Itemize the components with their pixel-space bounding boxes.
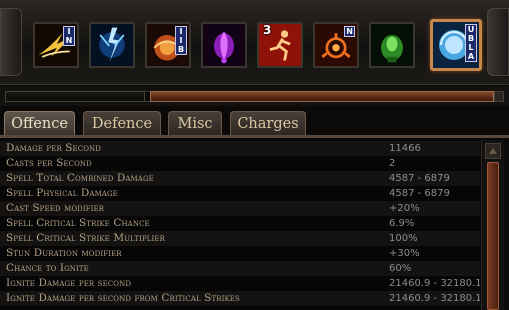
stat-value: 21460.9 - 32180.1 [389, 293, 480, 304]
stat-name: Ignite Damage per second from Critical S… [6, 292, 240, 304]
stat-row: Spell Critical Strike Multiplier 100% [0, 231, 480, 246]
purple-flame-icon [203, 24, 245, 66]
stat-value: 4587 - 6879 [389, 188, 450, 199]
skill-bar-left-ornament [0, 8, 22, 76]
stats-scrollbar[interactable] [481, 140, 504, 310]
skill-slot-6[interactable]: N [313, 22, 359, 68]
stat-row: Casts per Second 2 [0, 156, 480, 171]
strip-left-segment[interactable] [5, 91, 145, 102]
stat-name: Spell Total Combined Damage [6, 172, 154, 184]
stat-value: 100% [389, 233, 418, 244]
skill-slot-8[interactable]: U B L A [430, 19, 482, 71]
stat-name: Cast Speed modifier [6, 202, 105, 214]
stat-value: 6.9% [389, 218, 415, 229]
skill-bar: I N I I B 3 N U B L A [0, 0, 509, 85]
stat-row: Chance to Ignite 60% [0, 261, 480, 276]
support-badge: I N [63, 26, 75, 46]
stat-name: Spell Critical Strike Chance [6, 217, 150, 229]
stat-row: Ignite Damage per second from Critical S… [0, 291, 480, 306]
skill-slot-5[interactable]: 3 [257, 22, 303, 68]
skill-slot-4[interactable] [201, 22, 247, 68]
tab-misc[interactable]: Misc [168, 111, 222, 136]
stat-name: Spell Critical Strike Multiplier [6, 232, 165, 244]
stat-tabs: Offence Defence Misc Charges [0, 107, 509, 137]
stat-value: 4587 - 6879 [389, 173, 450, 184]
stat-row: Cast Speed modifier +20% [0, 201, 480, 216]
stat-value: +20% [389, 203, 420, 214]
skill-scroll-strip [0, 86, 509, 106]
stats-table: Damage per Second 11466 Casts per Second… [0, 138, 480, 310]
stat-value: 11466 [389, 143, 421, 154]
tab-defence[interactable]: Defence [83, 111, 161, 136]
support-badge: N [344, 26, 355, 37]
stat-name: Spell Physical Damage [6, 187, 118, 199]
skill-slot-7[interactable] [369, 22, 415, 68]
stat-row: Spell Physical Damage 4587 - 6879 [0, 186, 480, 201]
stat-value: 60% [389, 263, 412, 274]
strip-right-cap[interactable] [494, 91, 504, 102]
stat-row: Spell Total Combined Damage 4587 - 6879 [0, 171, 480, 186]
tab-offence[interactable]: Offence [4, 111, 75, 136]
lightning-burst-icon [91, 24, 133, 66]
stat-value: +30% [389, 248, 420, 259]
support-badge: I I B [175, 26, 187, 55]
stat-name: Damage per Second [6, 142, 101, 154]
stat-row: Damage per Second 11466 [0, 141, 480, 156]
stat-row: Ignite Damage per second 21460.9 - 32180… [0, 276, 480, 291]
skill-slot-1[interactable]: I N [33, 22, 79, 68]
stat-name: Chance to Ignite [6, 262, 89, 274]
support-badge: U B L A [465, 24, 477, 62]
stat-name: Stun Duration modifier [6, 247, 122, 259]
scroll-thumb[interactable] [487, 162, 499, 310]
scroll-up-arrow-icon[interactable] [485, 143, 501, 159]
tab-charges[interactable]: Charges [230, 111, 306, 136]
stat-value: 21460.9 - 32180.1 [389, 278, 480, 289]
stat-row: Stun Duration modifier +30% [0, 246, 480, 261]
skill-count-badge: 3 [263, 23, 272, 37]
stat-row [0, 306, 480, 310]
skill-slot-2[interactable] [89, 22, 135, 68]
stat-value: 2 [389, 158, 396, 169]
skill-slot-3[interactable]: I I B [145, 22, 191, 68]
stat-row: Spell Critical Strike Chance 6.9% [0, 216, 480, 231]
stat-name: Ignite Damage per second [6, 277, 132, 289]
skill-bar-right-ornament [487, 8, 509, 76]
stat-name: Casts per Second [6, 157, 92, 169]
strip-scroll-thumb[interactable] [150, 91, 494, 102]
green-totem-icon [371, 24, 413, 66]
